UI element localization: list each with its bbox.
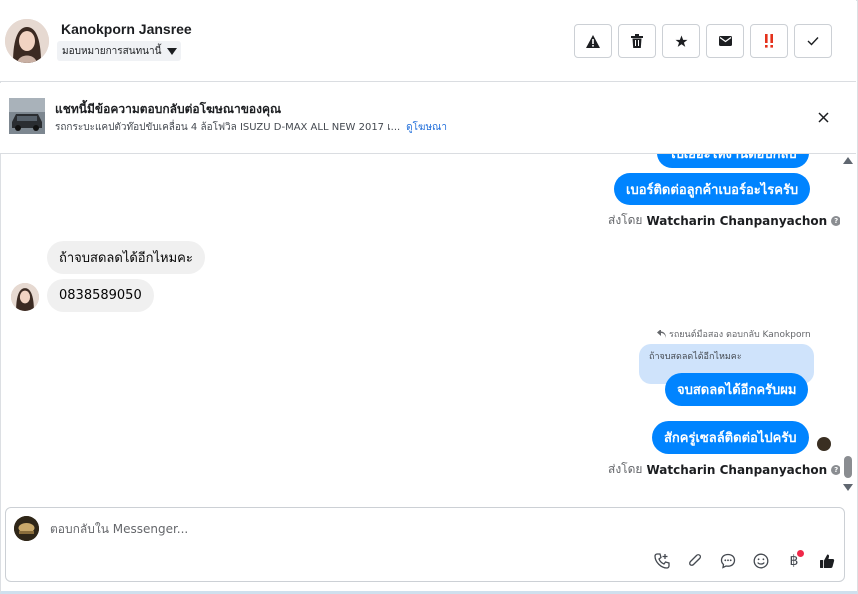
composer-toolbar: ฿ bbox=[651, 550, 838, 572]
message-bubble-incoming[interactable]: 0838589050 bbox=[47, 279, 154, 312]
follow-up-button[interactable] bbox=[750, 24, 788, 58]
message-composer: ฿ bbox=[5, 507, 845, 582]
help-icon[interactable]: ? bbox=[831, 215, 840, 226]
ad-reply-banner: แชทนี้มีข้อความตอบกลับต่อโฆษณาของคุณ รถก… bbox=[0, 83, 856, 154]
reply-input[interactable] bbox=[50, 519, 750, 539]
scroll-up-arrow[interactable] bbox=[843, 157, 853, 164]
mark-unread-button[interactable] bbox=[706, 24, 744, 58]
sent-by-label: ส่งโดย Watcharin Chanpanyachon ? bbox=[608, 460, 840, 479]
view-ad-link[interactable]: ดูโฆษณา bbox=[406, 122, 447, 133]
ad-thumbnail[interactable] bbox=[9, 98, 45, 134]
send-like-button[interactable] bbox=[816, 550, 838, 572]
conversation-header: Kanokporn Jansree มอบหมายการสนทนานี้ bbox=[0, 0, 856, 82]
reply-arrow-icon bbox=[657, 330, 666, 338]
message-text: เบอร์ติดต่อลูกค้าเบอร์อะไรครับ bbox=[626, 182, 799, 198]
close-banner-button[interactable] bbox=[812, 106, 834, 128]
paperclip-icon bbox=[689, 554, 702, 566]
message-text: 0838589050 bbox=[59, 288, 142, 303]
contact-name[interactable]: Kanokporn Jansree bbox=[61, 21, 192, 37]
caret-down-icon bbox=[167, 47, 178, 55]
contact-avatar-small[interactable] bbox=[11, 283, 39, 311]
page-avatar bbox=[14, 516, 39, 541]
close-icon bbox=[817, 111, 829, 123]
warning-icon bbox=[586, 34, 600, 48]
sent-by-label: ส่งโดย Watcharin Chanpanyachon ? bbox=[608, 211, 840, 230]
banner-title: แชทนี้มีข้อความตอบกลับต่อโฆษณาของคุณ bbox=[55, 102, 282, 116]
attach-button[interactable] bbox=[684, 550, 706, 572]
assign-conversation-dropdown[interactable]: มอบหมายการสนทนานี้ bbox=[57, 41, 182, 61]
message-bubble-incoming[interactable]: ถ้าจบสดลดได้อีกไหมคะ bbox=[47, 241, 205, 274]
double-exclamation-icon bbox=[765, 34, 773, 48]
scroll-down-arrow[interactable] bbox=[843, 484, 853, 491]
envelope-icon bbox=[718, 36, 732, 46]
star-button[interactable] bbox=[662, 24, 700, 58]
message-thread: ไปเยอะให้งานตอบกลับ เบอร์ติดต่อลูกค้าเบอ… bbox=[0, 154, 840, 504]
sent-by-prefix: ส่งโดย bbox=[608, 213, 643, 227]
assign-label: มอบหมายการสนทนานี้ bbox=[62, 45, 162, 57]
report-spam-button[interactable] bbox=[574, 24, 612, 58]
checkmark-icon bbox=[807, 37, 819, 46]
notification-dot bbox=[797, 550, 804, 557]
star-icon bbox=[675, 35, 687, 47]
reply-note-text: รถยนต์มือสอง ตอบกลับ Kanokporn bbox=[669, 330, 811, 340]
delete-button[interactable] bbox=[618, 24, 656, 58]
sent-by-prefix: ส่งโดย bbox=[608, 462, 643, 476]
phone-plus-icon bbox=[654, 553, 670, 569]
message-text: ถ้าจบสดลดได้อีกไหมคะ bbox=[59, 251, 193, 266]
ad-description: รถกระบะแคปตัวท๊อปขับเคลื่อน 4 ล้อโฟวิล I… bbox=[55, 122, 401, 133]
trash-icon bbox=[631, 34, 643, 48]
smiley-icon bbox=[753, 553, 769, 569]
message-bubble-outgoing[interactable]: จบสดลดได้อีกครับผม bbox=[665, 373, 809, 406]
message-bubble-outgoing[interactable]: สักครู่เซลล์ติดต่อไปครับ bbox=[652, 421, 809, 454]
contact-avatar[interactable] bbox=[5, 19, 49, 63]
header-actions bbox=[574, 24, 832, 58]
sender-name: Watcharin Chanpanyachon bbox=[646, 213, 828, 228]
mark-done-button[interactable] bbox=[794, 24, 832, 58]
message-text: ไปเยอะให้งานตอบกลับ bbox=[669, 154, 797, 162]
chat-bubble-icon bbox=[720, 553, 736, 569]
scrollbar-thumb[interactable] bbox=[844, 456, 852, 478]
call-button[interactable] bbox=[651, 550, 673, 572]
reply-note: รถยนต์มือสอง ตอบกลับ Kanokporn bbox=[657, 327, 811, 341]
thumbs-up-icon bbox=[820, 554, 835, 568]
quoted-text: ถ้าจบสดลดได้อีกไหมคะ bbox=[649, 352, 742, 362]
message-text: จบสดลดได้อีกครับผม bbox=[677, 383, 797, 398]
help-icon[interactable]: ? bbox=[831, 464, 840, 475]
sender-name: Watcharin Chanpanyachon bbox=[646, 462, 828, 477]
saved-replies-button[interactable] bbox=[717, 550, 739, 572]
banner-subtitle: รถกระบะแคปตัวท๊อปขับเคลื่อน 4 ล้อโฟวิล I… bbox=[55, 120, 447, 135]
payment-button[interactable]: ฿ bbox=[783, 550, 805, 572]
seen-indicator-avatar bbox=[817, 437, 831, 451]
message-bubble-outgoing[interactable]: เบอร์ติดต่อลูกค้าเบอร์อะไรครับ bbox=[614, 173, 811, 205]
message-text: สักครู่เซลล์ติดต่อไปครับ bbox=[664, 431, 797, 446]
message-bubble-outgoing[interactable]: ไปเยอะให้งานตอบกลับ bbox=[657, 154, 809, 168]
emoji-button[interactable] bbox=[750, 550, 772, 572]
